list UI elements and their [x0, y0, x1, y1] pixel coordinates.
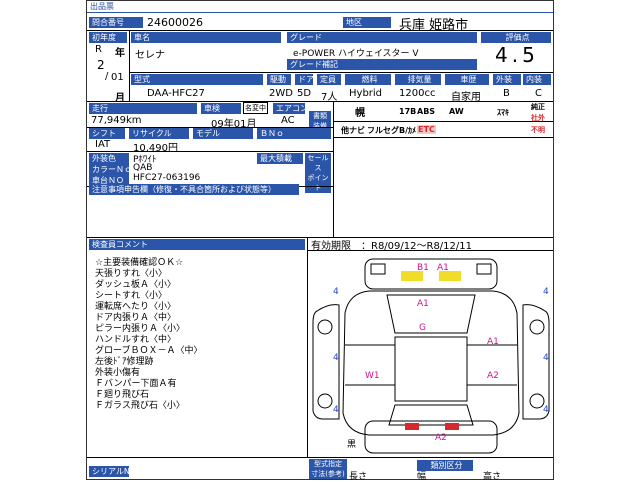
door-value: 5D [297, 88, 312, 99]
slash: / [105, 71, 109, 82]
score-label: 評価点 [481, 32, 551, 43]
drive-value: 2WD [269, 88, 293, 99]
fuel-label: 燃料 [345, 74, 391, 85]
equip-fullseg: フルセグ [367, 126, 399, 135]
mark-4: 4 [543, 353, 549, 363]
length-label: 長さ [349, 472, 368, 482]
mark-a1-right: A1 [487, 337, 499, 347]
header-title: 出品票 [87, 1, 553, 13]
recycle-label: リサイクル [129, 128, 189, 139]
inspection-label: 車検 [201, 103, 241, 114]
shift-value: IAT [95, 139, 111, 150]
chassis-value: HFC27-063196 [133, 173, 201, 183]
car-name-value: セレナ [135, 50, 165, 61]
aircon-label: エアコン [273, 103, 308, 114]
grade-label: グレード [287, 32, 477, 43]
mileage-label: 走行 [89, 103, 197, 114]
inspector-label: 検査員コメント [89, 239, 305, 250]
equip-smartkey: ｽﾏｷ [497, 108, 509, 117]
equip-aw: AW [449, 107, 464, 116]
equip-17b: 17B [399, 107, 417, 116]
mark-g: G [419, 323, 426, 333]
mark-b1: B1 [417, 263, 429, 273]
width-label: 幅 [417, 472, 427, 482]
interior-label: 内装 [523, 74, 551, 85]
equip-hood: 幌 [355, 108, 365, 119]
mark-4: 4 [333, 405, 339, 415]
interior-value: C [535, 88, 542, 99]
equip-etc: ETC [417, 125, 436, 134]
rear-part-red [405, 423, 419, 430]
aircon-value: AC [281, 115, 295, 126]
exterior-label: 外装 [493, 74, 521, 85]
auction-sheet: 出品票 問合番号 24600026 地区 兵庫 姫路市 初年度 車名 グレード … [86, 0, 554, 482]
exterior-value: B [503, 88, 510, 99]
color-no-label: カラーＮｏ [89, 164, 132, 175]
equip-genuine: 純正 [531, 103, 545, 111]
mark-4: 4 [543, 405, 549, 415]
shift-label: シフト [89, 128, 125, 139]
max-load-label: 最大積載 [257, 153, 303, 164]
first-reg-year: 2 [97, 58, 105, 72]
model-value: DAA-HFC27 [147, 88, 205, 99]
comment-line: Ｆガラス飛び石〈小〉 [95, 401, 185, 411]
mileage-value: 77,949km [91, 115, 142, 126]
first-reg-month: 01 [111, 72, 124, 83]
color-no-value: QAB [133, 163, 153, 173]
rear-part-red [445, 423, 459, 430]
model-no-label: モデル [193, 128, 253, 139]
inspection-badge: 名変中 [243, 102, 268, 114]
drive-label: 駆動 [267, 74, 291, 85]
height-label: 高さ [483, 472, 502, 482]
fuel-value: Hybrid [349, 88, 383, 99]
sales-point-label: セールス ポイント [305, 153, 331, 193]
mark-a2-right: A2 [487, 371, 499, 381]
model-label: 型式 [131, 74, 263, 85]
mark-a1-front: A1 [437, 263, 449, 273]
lot-label: 問合番号 [89, 17, 143, 28]
mark-4: 4 [333, 353, 339, 363]
mark-a1-hood: A1 [417, 299, 429, 309]
serial-label: シリアルNo [89, 466, 135, 477]
region-label: 地区 [343, 17, 391, 28]
equip-other-navi: 他ナビ [341, 126, 365, 135]
mark-4: 4 [543, 287, 549, 297]
door-label: ドア [295, 74, 314, 85]
mark-4: 4 [333, 287, 339, 297]
displacement-value: 1200cc [399, 88, 436, 99]
capacity-label: 定員 [317, 74, 341, 85]
usage-label: 車歴 [445, 74, 489, 85]
lot-value: 24600026 [147, 16, 203, 29]
score-value: 4.5 [495, 43, 539, 67]
equip-backcam: B/ｶﾒ [399, 126, 417, 135]
car-name-label: 車名 [131, 32, 281, 43]
first-reg-era: R [95, 44, 102, 55]
diagram-note: 黒 [347, 440, 357, 450]
mark-w1: W1 [365, 371, 380, 381]
grade-value: e-POWER ハイウェイスター V [293, 49, 419, 59]
displacement-label: 排気量 [395, 74, 441, 85]
first-reg-label: 初年度 [89, 32, 127, 43]
first-reg-nen: 年 [115, 48, 125, 59]
grade-sub-label: グレード補記 [287, 59, 477, 70]
car-diagram [312, 258, 550, 454]
mark-a2-rear: A2 [435, 433, 447, 443]
color-label: 外装色 [89, 153, 129, 164]
equip-abs: ABS [417, 107, 436, 116]
b-no-label: ＢＮｏ [257, 128, 331, 139]
ninshiki-label: 型式指定 寸法(参考) [309, 459, 347, 479]
equip-unknown: 不明 [531, 126, 545, 134]
notes-label: 注意事項申告欄（修復・不具合箇所および状態等） [89, 184, 299, 195]
